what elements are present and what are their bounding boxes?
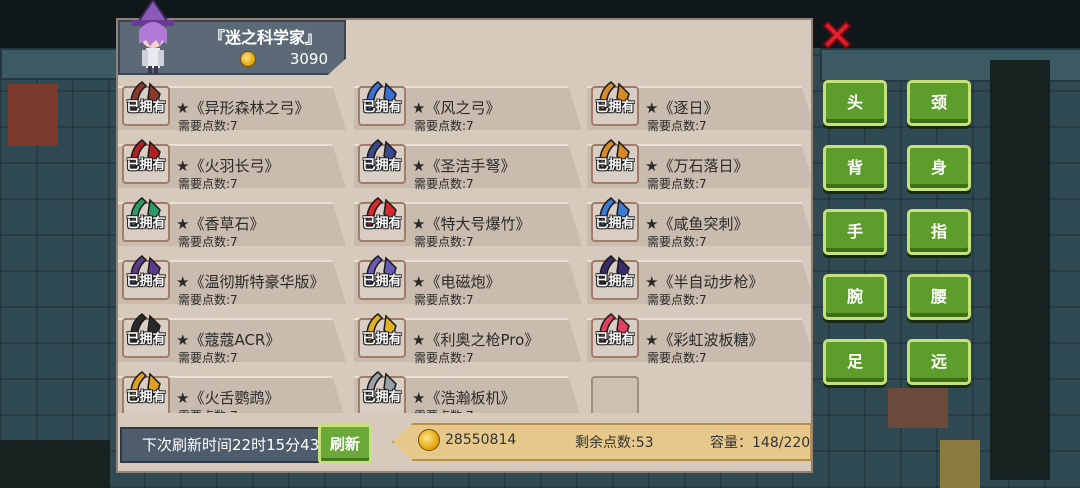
owned-label: 已拥有	[362, 332, 402, 347]
item-cost: 需要点数:7	[178, 293, 238, 307]
item-cost: 需要点数:7	[414, 293, 474, 307]
floor-object	[940, 440, 980, 488]
item-name: ★《火羽长弓》	[176, 157, 280, 175]
remaining-points: 剩余点数:53	[575, 435, 654, 451]
category-button-wrist[interactable]: 腕	[823, 274, 887, 320]
item-cost: 需要点数:7	[178, 177, 238, 191]
category-button-back[interactable]: 背	[823, 145, 887, 191]
close-icon[interactable]	[818, 16, 856, 54]
capacity: 容量：148/220	[710, 435, 811, 451]
owned-label: 已拥有	[362, 390, 402, 405]
item-name: ★《火舌鹦鹉》	[176, 389, 280, 407]
owned-label: 已拥有	[362, 158, 402, 173]
merchant-coin-count: 3090	[289, 50, 328, 68]
category-button-waist[interactable]: 腰	[907, 274, 971, 320]
shop-item[interactable]: 已拥有 ★《逐日》需要点数:7	[587, 76, 811, 133]
shop-item[interactable]: 已拥有 ★《咸鱼突刺》需要点数:7	[587, 192, 811, 249]
item-cost: 需要点数:7	[647, 351, 707, 365]
item-name: ★《利奥之枪Pro》	[412, 331, 540, 349]
owned-label: 已拥有	[595, 100, 635, 115]
item-cost: 需要点数:7	[647, 177, 707, 191]
shop-item[interactable]: 已拥有 ★《特大号爆竹》需要点数:7	[354, 192, 582, 249]
floor-shadow	[0, 440, 110, 488]
category-button-finger[interactable]: 指	[907, 209, 971, 255]
owned-label: 已拥有	[126, 158, 166, 173]
item-name: ★《浩瀚板机》	[412, 389, 516, 407]
item-cost: 需要点数:7	[178, 407, 238, 413]
cabinet-decoration	[8, 84, 58, 146]
owned-label: 已拥有	[126, 216, 166, 231]
item-name: ★《彩虹波板糖》	[645, 331, 764, 349]
machine-decoration	[888, 388, 948, 428]
item-cost: 需要点数:7	[178, 351, 238, 365]
category-button-hand[interactable]: 手	[823, 209, 887, 255]
item-name: ★《万石落日》	[645, 157, 749, 175]
shop-item[interactable]: 已拥有 ★《万石落日》需要点数:7	[587, 134, 811, 191]
shop-item[interactable]: 已拥有 ★《蔻蔻ACR》需要点数:7	[118, 308, 346, 365]
owned-label: 已拥有	[362, 100, 402, 115]
item-name: ★《特大号爆竹》	[412, 215, 531, 233]
shop-item[interactable]: 已拥有 ★《利奥之枪Pro》需要点数:7	[354, 308, 582, 365]
item-name: ★《半自动步枪》	[645, 273, 764, 291]
category-button-neck[interactable]: 颈	[907, 80, 971, 126]
shop-item[interactable]: 已拥有 ★《香草石》需要点数:7	[118, 192, 346, 249]
shop-item[interactable]: 已拥有 ★《半自动步枪》需要点数:7	[587, 250, 811, 307]
shop-item[interactable]: 已拥有 ★《风之弓》需要点数:7	[354, 76, 582, 133]
wall-tile	[0, 48, 124, 80]
owned-label: 已拥有	[126, 274, 166, 289]
shop-item[interactable]: 已拥有 ★《温彻斯特豪华版》需要点数:7	[118, 250, 346, 307]
category-button-foot[interactable]: 足	[823, 339, 887, 385]
item-cost: 需要点数:7	[414, 119, 474, 133]
item-name: ★《异形森林之弓》	[176, 99, 310, 117]
refresh-timer: 下次刷新时间22时15分43秒	[120, 427, 320, 463]
item-cost: 需要点数:7	[647, 293, 707, 307]
item-grid[interactable]: 已拥有 ★《异形森林之弓》需要点数:7 已拥有 ★《风之弓》需要点数:7 已拥有 ★《逐日…	[118, 76, 811, 413]
item-cost: 需要点数:7	[178, 235, 238, 249]
item-icon-frame	[591, 376, 639, 413]
item-cost: 需要点数:7	[414, 407, 474, 413]
owned-label: 已拥有	[126, 332, 166, 347]
coin-icon	[240, 51, 256, 67]
item-name: ★《逐日》	[645, 99, 719, 117]
item-name: ★《电磁炮》	[412, 273, 501, 291]
owned-label: 已拥有	[126, 390, 166, 405]
shop-item[interactable]: 已拥有 ★《彩虹波板糖》需要点数:7	[587, 308, 811, 365]
merchant-avatar	[132, 0, 174, 74]
owned-label: 已拥有	[362, 216, 402, 231]
shop-title: 『迷之科学家』	[208, 28, 321, 47]
refresh-button[interactable]: 刷新	[318, 424, 372, 464]
owned-label: 已拥有	[362, 274, 402, 289]
total-coins: 28550814	[445, 432, 517, 448]
shop-item[interactable]: 已拥有 ★《火羽长弓》需要点数:7	[118, 134, 346, 191]
item-name: ★《蔻蔻ACR》	[176, 331, 281, 349]
item-name: ★《圣洁手弩》	[412, 157, 516, 175]
shop-item[interactable]: 已拥有 ★《异形森林之弓》需要点数:7	[118, 76, 346, 133]
shop-item[interactable]: 已拥有 ★《电磁炮》需要点数:7	[354, 250, 582, 307]
coin-icon	[418, 429, 440, 451]
item-cost: 需要点数:7	[647, 119, 707, 133]
item-name: ★《香草石》	[176, 215, 265, 233]
owned-label: 已拥有	[595, 158, 635, 173]
item-cost: 需要点数:7	[414, 177, 474, 191]
owned-label: 已拥有	[595, 332, 635, 347]
owned-label: 已拥有	[126, 100, 166, 115]
owned-label: 已拥有	[595, 216, 635, 231]
item-name: ★《咸鱼突刺》	[645, 215, 749, 233]
shop-item[interactable]: 已拥有 ★《浩瀚板机》需要点数:7	[354, 366, 582, 413]
empty-item-slot[interactable]	[587, 366, 811, 413]
category-button-body[interactable]: 身	[907, 145, 971, 191]
category-button-head[interactable]: 头	[823, 80, 887, 126]
item-name: ★《风之弓》	[412, 99, 501, 117]
item-cost: 需要点数:7	[414, 351, 474, 365]
item-cost: 需要点数:7	[647, 235, 707, 249]
wall-shadow	[990, 60, 1050, 480]
category-button-ranged[interactable]: 远	[907, 339, 971, 385]
item-name: ★《温彻斯特豪华版》	[176, 273, 325, 291]
shop-item[interactable]: 已拥有 ★《火舌鹦鹉》需要点数:7	[118, 366, 346, 413]
item-cost: 需要点数:7	[414, 235, 474, 249]
shop-item[interactable]: 已拥有 ★《圣洁手弩》需要点数:7	[354, 134, 582, 191]
item-cost: 需要点数:7	[178, 119, 238, 133]
owned-label: 已拥有	[595, 274, 635, 289]
